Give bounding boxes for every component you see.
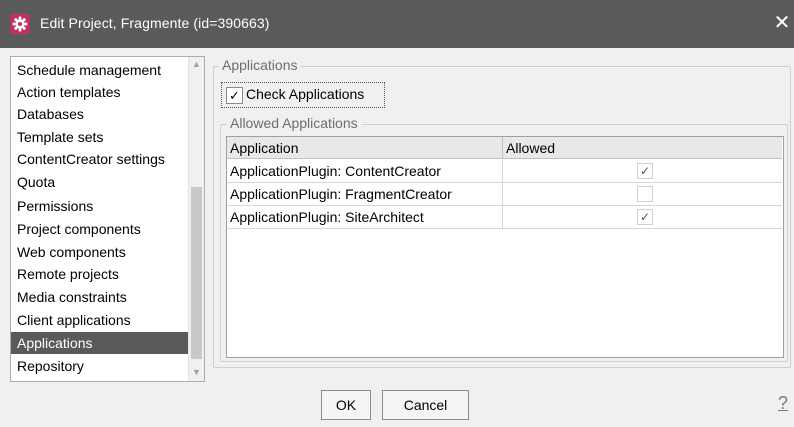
- window-title: Edit Project, Fragmente (id=390663): [40, 15, 270, 31]
- close-icon[interactable]: ✕: [770, 10, 794, 36]
- ok-button[interactable]: OK: [321, 390, 371, 420]
- allowed-checkbox[interactable]: ✓: [637, 163, 653, 179]
- table-row[interactable]: ApplicationPlugin: ContentCreator ✓: [227, 160, 782, 183]
- allowed-cell: [503, 183, 782, 205]
- gear-icon: [10, 14, 30, 34]
- nav-item-action-templates[interactable]: Action templates: [17, 81, 187, 103]
- help-icon[interactable]: ?: [778, 393, 788, 414]
- nav-item-client-applications[interactable]: Client applications: [17, 309, 187, 331]
- nav-item-quota[interactable]: Quota: [17, 171, 187, 193]
- nav-item-contentcreator-settings[interactable]: ContentCreator settings: [17, 148, 187, 170]
- allowed-cell: ✓: [503, 160, 782, 182]
- nav-scrollbar[interactable]: ▲ ▼: [188, 57, 204, 381]
- check-applications-label[interactable]: Check Applications: [246, 86, 364, 102]
- application-name-cell: ApplicationPlugin: FragmentCreator: [227, 183, 503, 205]
- allowed-checkbox[interactable]: [637, 186, 653, 202]
- application-name-cell: ApplicationPlugin: SiteArchitect: [227, 206, 503, 228]
- check-mark-icon[interactable]: ✓: [226, 87, 243, 104]
- allowed-applications-title: Allowed Applications: [227, 115, 361, 131]
- nav-item-databases[interactable]: Databases: [17, 103, 187, 125]
- scrollbar-thumb[interactable]: [191, 187, 202, 359]
- nav-item-project-components[interactable]: Project components: [17, 218, 187, 240]
- applications-group-title: Applications: [219, 57, 301, 73]
- nav-item-applications[interactable]: Applications: [11, 332, 194, 354]
- dialog-body: Schedule management Action templates Dat…: [0, 48, 794, 427]
- nav-item-template-sets[interactable]: Template sets: [17, 126, 187, 148]
- allowed-checkbox[interactable]: ✓: [637, 209, 653, 225]
- allowed-applications-table: Application Allowed ApplicationPlugin: C…: [226, 136, 784, 358]
- allowed-cell: ✓: [503, 206, 782, 228]
- check-applications-checkbox[interactable]: ✓ Check Applications: [221, 82, 385, 108]
- nav-item-remote-projects[interactable]: Remote projects: [17, 263, 187, 285]
- table-row[interactable]: ApplicationPlugin: SiteArchitect ✓: [227, 206, 782, 229]
- column-header-application[interactable]: Application: [227, 137, 503, 159]
- scroll-up-icon[interactable]: ▲: [191, 59, 202, 70]
- nav-item-schedule-management[interactable]: Schedule management: [17, 59, 187, 81]
- application-name-cell: ApplicationPlugin: ContentCreator: [227, 160, 503, 182]
- nav-item-media-constraints[interactable]: Media constraints: [17, 286, 187, 308]
- nav-item-web-components[interactable]: Web components: [17, 241, 187, 263]
- nav-item-permissions[interactable]: Permissions: [17, 195, 187, 217]
- cancel-button[interactable]: Cancel: [382, 390, 469, 420]
- scroll-down-icon[interactable]: ▼: [191, 367, 202, 378]
- table-row[interactable]: ApplicationPlugin: FragmentCreator: [227, 183, 782, 206]
- title-bar: Edit Project, Fragmente (id=390663) ✕: [0, 0, 794, 48]
- nav-item-repository[interactable]: Repository: [17, 355, 187, 377]
- column-header-allowed[interactable]: Allowed: [503, 137, 782, 159]
- settings-nav-list[interactable]: Schedule management Action templates Dat…: [10, 56, 205, 382]
